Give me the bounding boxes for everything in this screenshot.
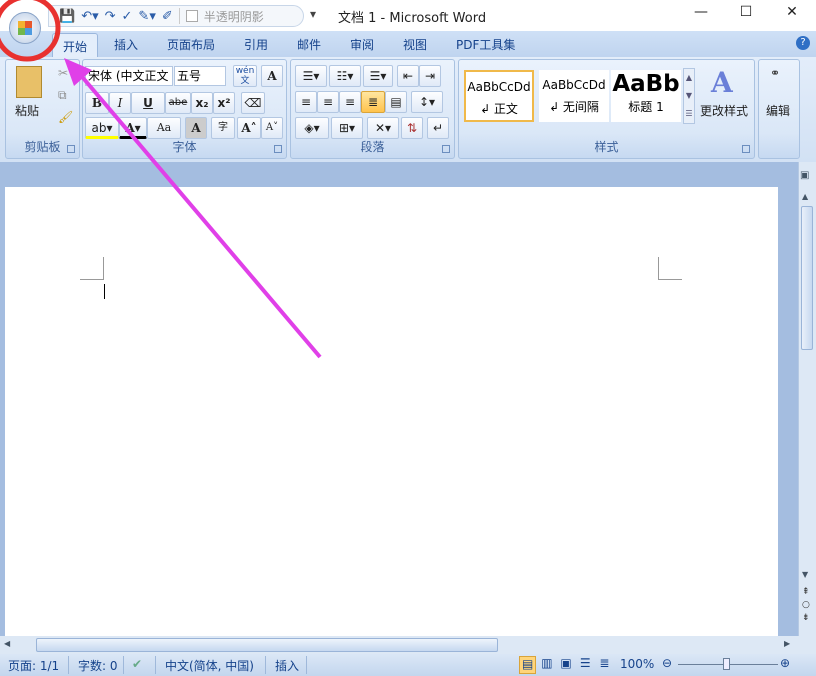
annotation-arrow-shaft (76, 70, 322, 359)
annotation-circle (0, 0, 61, 62)
annotation-overlay (0, 0, 322, 359)
